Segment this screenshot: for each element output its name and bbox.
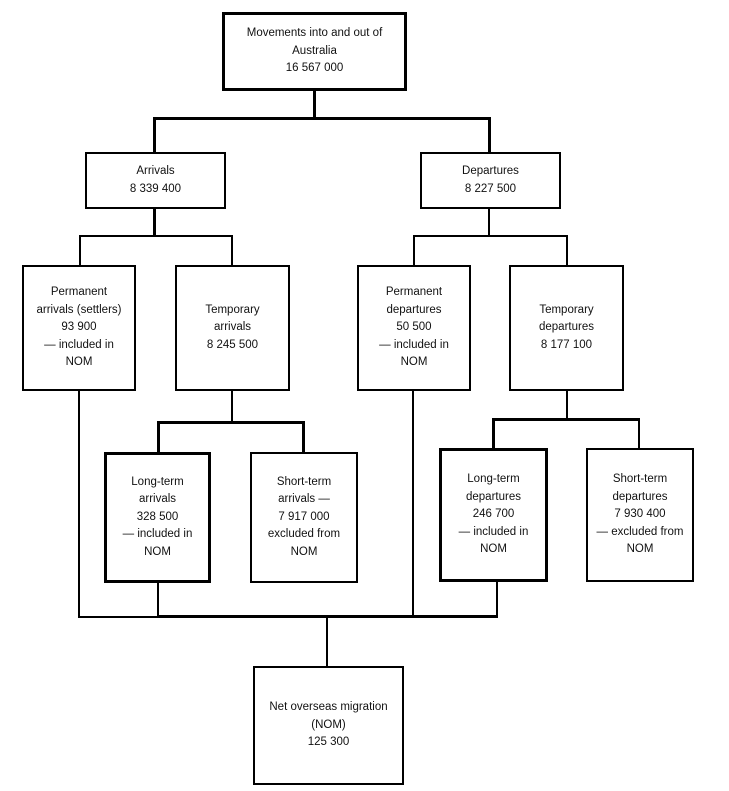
connector-to-permanent-arrivals	[79, 235, 81, 266]
node-text-line: 328 500	[136, 510, 179, 523]
node-arrivals: Arrivals 8 339 400	[85, 152, 226, 209]
node-text-line: NOM	[290, 545, 318, 558]
node-text-line: Short-term	[276, 475, 332, 488]
connector-arrivals-down	[153, 208, 156, 236]
node-text-line: 93 900	[61, 321, 97, 334]
node-text-line: 7 930 400	[614, 508, 666, 521]
node-text-line: NOM	[400, 356, 428, 369]
connector-temporary-arrivals-bar	[157, 421, 305, 424]
node-text-line: Short-term	[612, 473, 668, 486]
connector-to-permanent-departures	[413, 235, 415, 266]
node-text-line: — included in	[122, 528, 193, 541]
node-text-line: Temporary	[539, 303, 594, 316]
node-text-line: Net overseas migration	[269, 701, 388, 714]
node-text-line: Arrivals	[136, 165, 175, 177]
node-text-line: arrivals	[213, 321, 252, 334]
node-long-term-departures: Long-term departures 246 700 — included in N…	[439, 448, 548, 582]
node-temporary-arrivals: Temporary arrivals 8 245 500	[175, 265, 290, 391]
node-net-overseas-migration: Net overseas migration (NOM) 125 300	[253, 666, 404, 785]
connector-temporary-arrivals-down	[231, 389, 233, 422]
connector-to-short-term-arrivals	[302, 421, 305, 454]
connector-to-short-term-departures	[638, 418, 640, 450]
node-text-line: — excluded from	[596, 525, 684, 538]
node-text-line: Permanent	[385, 286, 443, 299]
node-short-term-arrivals: Short-term arrivals — 7 917 000 excluded fr…	[250, 452, 358, 583]
connector-to-temporary-arrivals	[231, 235, 233, 266]
node-text-line: 8 177 100	[540, 338, 593, 351]
connector-nom-bar-left	[78, 616, 158, 618]
connector-departures-bar	[413, 235, 567, 237]
node-permanent-arrivals: Permanent arrivals (settlers) 93 900 — incl…	[22, 265, 136, 391]
connector-to-long-term-arrivals	[157, 421, 160, 454]
node-text-line: 50 500	[396, 321, 432, 334]
connector-to-departures	[488, 117, 491, 153]
node-text-line: arrivals	[138, 493, 177, 506]
node-text-line: excluded from	[267, 528, 341, 541]
node-text-line: departures	[466, 490, 521, 503]
connector-temporary-departures-bar	[492, 418, 640, 421]
node-text-line: Australia	[292, 44, 337, 57]
connector-long-term-departures-to-nom	[496, 580, 498, 618]
connector-long-term-arrivals-to-nom	[157, 582, 159, 618]
node-text-line: — included in	[458, 525, 529, 538]
node-text-line: NOM	[144, 545, 171, 558]
node-text-line: 8 245 500	[206, 338, 259, 351]
node-text-line: Long-term	[467, 473, 520, 486]
node-text-line: NOM	[626, 543, 654, 556]
node-text-line: — included in	[379, 338, 449, 351]
node-text-line: 8 339 400	[129, 182, 182, 195]
connector-to-long-term-departures	[492, 418, 495, 450]
node-movements-total: Movements into and out of Australia 16 567…	[222, 12, 407, 91]
node-departures: Departures 8 227 500	[420, 152, 561, 209]
connector-root-down	[313, 90, 316, 119]
node-text-line: departures	[539, 321, 594, 334]
node-text-line: arrivals —	[278, 493, 330, 506]
node-text-line: Departures	[462, 165, 519, 177]
node-text-line: 246 700	[472, 508, 515, 521]
node-permanent-departures: Permanent departures 50 500 — included in NO…	[357, 265, 471, 391]
connector-permanent-arrivals-to-nom	[78, 389, 80, 618]
connector-level1-bar	[153, 117, 491, 120]
node-text-line: NOM	[480, 543, 507, 556]
node-text-line: 125 300	[307, 736, 350, 749]
connector-to-temporary-departures	[566, 235, 568, 266]
node-text-line: 8 227 500	[464, 182, 517, 195]
node-short-term-departures: Short-term departures 7 930 400 — excluded …	[586, 448, 694, 582]
connector-temporary-departures-down	[566, 389, 568, 419]
node-text-line: — included in	[44, 338, 114, 351]
node-temporary-departures: Temporary departures 8 177 100	[509, 265, 624, 391]
node-text-line: Movements into and out of	[246, 27, 383, 40]
node-text-line: Temporary	[205, 303, 260, 316]
node-text-line: (NOM)	[311, 718, 346, 731]
node-text-line: Permanent	[50, 286, 108, 299]
node-text-line: Long-term	[131, 475, 184, 488]
node-text-line: NOM	[65, 356, 93, 369]
connector-to-nom	[326, 615, 328, 667]
connector-permanent-departures-to-nom	[412, 389, 414, 618]
node-text-line: 16 567 000	[285, 62, 344, 75]
connector-arrivals-bar	[79, 235, 233, 237]
node-text-line: arrivals (settlers)	[36, 303, 122, 316]
node-text-line: 7 917 000	[278, 510, 330, 523]
node-text-line: departures	[612, 490, 668, 503]
node-long-term-arrivals: Long-term arrivals 328 500 — included in NOM	[104, 452, 211, 583]
node-text-line: departures	[386, 303, 442, 316]
connector-departures-down	[488, 208, 490, 236]
connector-to-arrivals	[153, 117, 156, 153]
